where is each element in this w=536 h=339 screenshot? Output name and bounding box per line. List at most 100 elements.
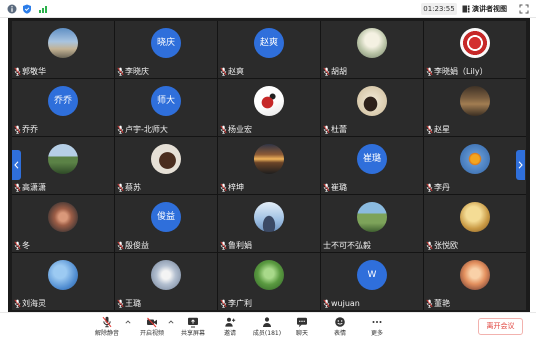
- participant-label: 崔璐: [323, 183, 347, 192]
- avatar-initials: 崔璐: [362, 154, 381, 164]
- invite-button[interactable]: 邀请: [210, 316, 250, 337]
- speaker-view-icon: [462, 5, 470, 13]
- mic-muted-icon: [323, 125, 330, 134]
- participant-tile[interactable]: 赵爽 赵爽: [218, 21, 320, 78]
- participant-tile[interactable]: 晓庆 李晓庆: [115, 21, 217, 78]
- participant-avatar: 赵爽: [254, 28, 284, 58]
- participant-tile[interactable]: 王璐: [115, 253, 217, 310]
- participant-label: 士不可不弘毅: [323, 241, 371, 250]
- participant-label: 李晓娟（Lily）: [426, 67, 488, 76]
- reactions-button[interactable]: 表情: [320, 316, 360, 337]
- participant-label: 郭敬华: [14, 67, 46, 76]
- participant-avatar: W: [357, 260, 387, 290]
- signal-icon[interactable]: [38, 4, 48, 14]
- participant-tile[interactable]: 高潇潇: [12, 137, 114, 194]
- participant-label: 李广利: [220, 299, 252, 308]
- participant-tile[interactable]: 李丹: [424, 137, 526, 194]
- share-screen-button[interactable]: 共享屏幕: [173, 316, 213, 337]
- participant-grid: 郭敬华 晓庆 李晓庆 赵爽 赵爽 胡胡 李晓娟（Lily） 乔乔 乔乔 师大 卢…: [12, 21, 526, 310]
- next-page-button[interactable]: [516, 150, 525, 180]
- mic-muted-icon: [426, 299, 433, 308]
- participant-avatar: [48, 260, 78, 290]
- mic-muted-icon: [323, 183, 330, 192]
- participant-tile[interactable]: 郭敬华: [12, 21, 114, 78]
- participant-tile[interactable]: 师大 卢宇-北师大: [115, 79, 217, 136]
- participant-tile[interactable]: 刘海灵: [12, 253, 114, 310]
- participant-label: 李晓庆: [117, 67, 149, 76]
- participant-tile[interactable]: 李晓娟（Lily）: [424, 21, 526, 78]
- participant-avatar: [254, 144, 284, 174]
- participant-avatar: 俊益: [151, 202, 181, 232]
- participant-tile[interactable]: 乔乔 乔乔: [12, 79, 114, 136]
- participant-tile[interactable]: 崔璐 崔璐: [321, 137, 423, 194]
- participant-tile[interactable]: 胡胡: [321, 21, 423, 78]
- participant-tile[interactable]: 董艳: [424, 253, 526, 310]
- chat-button[interactable]: 聊天: [282, 316, 322, 337]
- mic-muted-icon: [220, 183, 227, 192]
- audio-options-caret-icon[interactable]: [125, 320, 131, 324]
- participant-tile[interactable]: W wujuan: [321, 253, 423, 310]
- mic-muted-icon: [220, 299, 227, 308]
- participant-tile[interactable]: 梓坤: [218, 137, 320, 194]
- participant-avatar: [48, 28, 78, 58]
- top-bar: 01:23:55 演讲者视图: [0, 0, 536, 18]
- participant-label: 赵爽: [220, 67, 244, 76]
- members-button[interactable]: 成员(181): [247, 316, 287, 337]
- leave-meeting-button[interactable]: 离开会议: [478, 318, 523, 335]
- mic-muted-icon: [101, 316, 113, 328]
- participant-tile[interactable]: 杨业宏: [218, 79, 320, 136]
- participant-name: 李晓娟（Lily）: [434, 67, 488, 76]
- participant-tile[interactable]: 张悦欧: [424, 195, 526, 252]
- participant-name: wujuan: [331, 299, 360, 308]
- participant-name: 胡胡: [331, 67, 347, 76]
- participant-tile[interactable]: 鲁利娟: [218, 195, 320, 252]
- participant-label: 胡胡: [323, 67, 347, 76]
- mic-muted-icon: [117, 183, 124, 192]
- mic-muted-icon: [323, 67, 330, 76]
- invite-user-icon: [224, 316, 236, 328]
- mic-muted-icon: [14, 67, 21, 76]
- avatar-initials: 师大: [156, 96, 175, 106]
- participant-tile[interactable]: 李广利: [218, 253, 320, 310]
- participant-tile[interactable]: 士不可不弘毅: [321, 195, 423, 252]
- participant-name: 蔡苏: [125, 183, 141, 192]
- participant-name: 高潇潇: [22, 183, 46, 192]
- participant-tile[interactable]: 杜蕾: [321, 79, 423, 136]
- share-screen-label: 共享屏幕: [180, 330, 205, 337]
- participant-tile[interactable]: 俊益 殷俊益: [115, 195, 217, 252]
- avatar-initials: 赵爽: [259, 38, 278, 48]
- speaker-view-button[interactable]: 演讲者视图: [462, 3, 507, 15]
- meeting-info-icon[interactable]: [7, 4, 17, 14]
- mic-muted-icon: [14, 125, 21, 134]
- participant-label: 张悦欧: [426, 241, 458, 250]
- participant-avatar: [460, 202, 490, 232]
- fullscreen-icon[interactable]: [519, 4, 529, 14]
- participant-tile[interactable]: 蔡苏: [115, 137, 217, 194]
- participant-name: 赵星: [434, 125, 450, 134]
- participant-name: 刘海灵: [22, 299, 46, 308]
- mic-muted-icon: [14, 241, 21, 250]
- participant-tile[interactable]: 赵星: [424, 79, 526, 136]
- participant-avatar: [254, 202, 284, 232]
- participant-label: 杜蕾: [323, 125, 347, 134]
- participant-avatar: [151, 260, 181, 290]
- participant-avatar: 崔璐: [357, 144, 387, 174]
- more-button[interactable]: 更多: [357, 316, 397, 337]
- participant-label: 王璐: [117, 299, 141, 308]
- participant-avatar: [460, 260, 490, 290]
- meeting-toolbar: 解除静音 开启视频 共享屏幕 邀请 成员(181) 聊天 表情 更多 离开会议: [0, 312, 536, 339]
- avatar-initials: 乔乔: [53, 96, 72, 106]
- previous-page-button[interactable]: [12, 150, 21, 180]
- participant-name: 杜蕾: [331, 125, 347, 134]
- unmute-button[interactable]: 解除静音: [87, 316, 127, 337]
- mic-muted-icon: [220, 241, 227, 250]
- more-dots-icon: [371, 316, 383, 328]
- shield-icon[interactable]: [22, 4, 32, 14]
- participant-name: 郭敬华: [22, 67, 46, 76]
- invite-label: 邀请: [223, 330, 236, 337]
- start-video-button[interactable]: 开启视频: [132, 316, 172, 337]
- participant-label: 李丹: [426, 183, 450, 192]
- participant-name: 士不可不弘毅: [323, 241, 371, 250]
- participant-tile[interactable]: 冬: [12, 195, 114, 252]
- chat-label: 聊天: [295, 330, 308, 337]
